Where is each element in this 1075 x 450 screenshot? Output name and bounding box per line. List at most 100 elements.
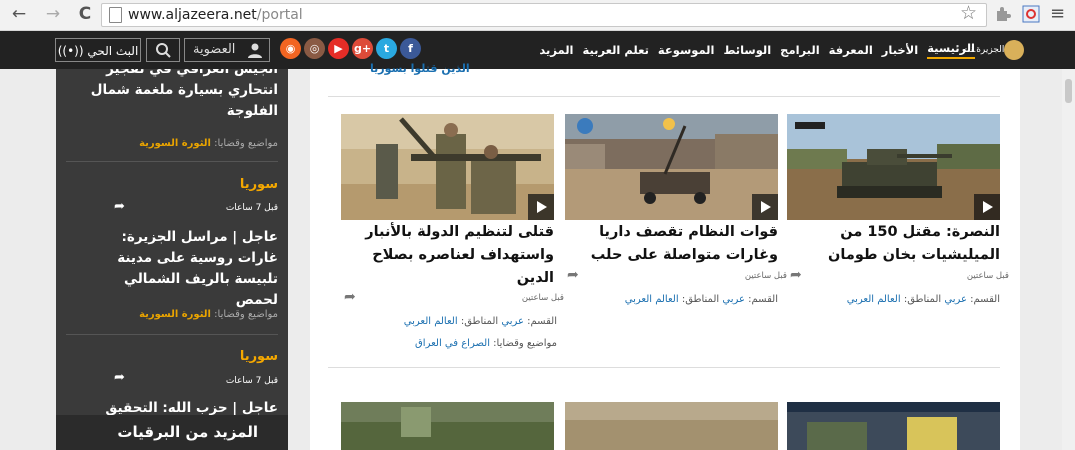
article-thumbnail[interactable] [341, 114, 554, 220]
region-label: المناطق: [460, 316, 499, 327]
user-icon [248, 43, 262, 58]
topics-link[interactable]: الصراع في العراق [415, 338, 490, 349]
url-domain: www.aljazeera.net [128, 7, 257, 23]
section-label: القسم: [748, 294, 778, 305]
soldiers-photo [341, 114, 554, 220]
play-video-icon[interactable] [752, 194, 778, 220]
article-title[interactable]: قوات النظام تقصف داريا وغارات متواصلة عل… [565, 221, 778, 267]
breaking-news-title[interactable]: الجيش العراقي في تفجير انتحاري بسيارة مل… [78, 69, 278, 122]
article-tags: القسم: عربي المناطق: العالم العربي [404, 316, 557, 327]
play-video-icon[interactable] [528, 194, 554, 220]
more-breaking-news-button[interactable]: المزيد من البرقيات [56, 415, 288, 450]
article-time: قبل ساعتين [744, 271, 787, 281]
search-icon [156, 43, 171, 58]
address-bar[interactable]: www.aljazeera.net/portal [101, 3, 987, 27]
googleplus-icon[interactable]: g+ [352, 38, 373, 59]
trees-photo [341, 402, 554, 450]
url-text: www.aljazeera.net/portal [128, 4, 303, 26]
divider [328, 367, 1000, 368]
logo-text: الجزيرة.نت [962, 45, 1005, 55]
breaking-news-category[interactable]: سوريا [240, 177, 278, 192]
live-icon: ((•)) [57, 44, 88, 58]
tank-photo [787, 114, 1000, 220]
nav-item[interactable]: المعرفة [829, 43, 873, 57]
youtube-icon[interactable]: ▶ [328, 38, 349, 59]
breaking-news-topics: مواضيع وقضايا: الثورة السورية [139, 138, 278, 149]
membership-label: العضوية [193, 42, 236, 57]
section-label: القسم: [527, 316, 557, 327]
reload-icon[interactable]: C [74, 3, 96, 25]
breaking-news-time: قبل 7 ساعات [225, 203, 278, 213]
extension-icon[interactable] [1022, 5, 1040, 23]
breaking-news-title[interactable]: عاجل | مراسل الجزيرة: غارات روسية على مد… [78, 227, 278, 311]
site-logo[interactable]: الجزيرة.نت [962, 38, 1024, 62]
live-label: البث الحي [87, 44, 139, 58]
page-icon [109, 7, 122, 23]
article-topics: مواضيع وقضايا: الصراع في العراق [415, 338, 557, 349]
nav-item[interactable]: الموسوعة [658, 43, 715, 57]
previous-article-link[interactable]: الذين قتلوا بسوريا [370, 62, 470, 75]
topics-link[interactable]: الثورة السورية [139, 138, 211, 149]
breaking-news-category[interactable]: سوريا [240, 349, 278, 364]
nav-item[interactable]: تعلم العربية [582, 43, 648, 57]
search-button[interactable] [146, 38, 180, 62]
membership-button[interactable]: العضوية [184, 38, 270, 62]
bookmark-star-icon[interactable]: ☆ [960, 2, 977, 24]
crowd-photo [787, 402, 1000, 450]
scrollbar-thumb[interactable] [1065, 79, 1072, 103]
rss-icon[interactable]: ◉ [280, 38, 301, 59]
article-thumbnail[interactable] [787, 114, 1000, 220]
topics-link[interactable]: الثورة السورية [139, 309, 211, 320]
share-icon[interactable]: ➦ [114, 200, 130, 214]
url-path: /portal [256, 7, 303, 23]
region-link[interactable]: العالم العربي [625, 294, 679, 305]
breaking-news-sidebar: الجيش العراقي في تفجير انتحاري بسيارة مل… [56, 69, 288, 450]
nav-item[interactable]: الوسائط [723, 43, 771, 57]
section-link[interactable]: عربي [944, 294, 967, 305]
nav-item[interactable]: البرامج [780, 43, 819, 57]
region-link[interactable]: العالم العربي [847, 294, 901, 305]
breaking-news-time: قبل 7 ساعات [225, 376, 278, 386]
article-time: قبل ساعتين [521, 293, 564, 303]
article-title[interactable]: قتلى لتنظيم الدولة بالأنبار واستهداف لعن… [341, 221, 554, 290]
article-thumbnail[interactable] [341, 402, 554, 450]
section-link[interactable]: عربي [501, 316, 524, 327]
article-time: قبل ساعتين [966, 271, 1009, 281]
nav-item[interactable]: المزيد [539, 43, 573, 57]
field-photo [565, 402, 778, 450]
article-thumbnail[interactable] [565, 402, 778, 450]
logo-emblem-icon [1004, 40, 1024, 60]
share-icon[interactable]: ➦ [790, 268, 808, 282]
facebook-icon[interactable]: f [400, 38, 421, 59]
back-icon[interactable]: ← [8, 3, 30, 25]
region-label: المناطق: [903, 294, 942, 305]
share-icon[interactable]: ➦ [344, 290, 362, 304]
share-icon[interactable]: ➦ [114, 371, 130, 385]
forward-icon[interactable]: → [42, 3, 64, 25]
main-navigation: الرئيسية الأخبار المعرفة البرامج الوسائط المو… [539, 31, 975, 69]
section-label: القسم: [970, 294, 1000, 305]
article-thumbnail[interactable] [787, 402, 1000, 450]
browser-menu-icon[interactable]: ≡ [1050, 3, 1065, 25]
extension-puzzle-icon[interactable] [994, 5, 1012, 23]
play-video-icon[interactable] [974, 194, 1000, 220]
twitter-icon[interactable]: t [376, 38, 397, 59]
topics-label: مواضيع وقضايا: [493, 338, 557, 349]
region-label: المناطق: [681, 294, 720, 305]
region-link[interactable]: العالم العربي [404, 316, 458, 327]
page-scrollbar[interactable] [1062, 69, 1075, 450]
article-tags: القسم: عربي المناطق: العالم العربي [847, 294, 1000, 305]
article-tags: القسم: عربي المناطق: العالم العربي [625, 294, 778, 305]
article-title[interactable]: النصرة: مقتل 150 من الميليشيات بخان طوما… [787, 221, 1000, 267]
live-stream-button[interactable]: ((•)) البث الحي [55, 38, 141, 62]
instagram-icon[interactable]: ◎ [304, 38, 325, 59]
article-thumbnail[interactable] [565, 114, 778, 220]
divider [66, 334, 278, 335]
divider [328, 96, 1000, 97]
artillery-photo [565, 114, 778, 220]
nav-item[interactable]: الأخبار [882, 43, 918, 57]
share-icon[interactable]: ➦ [567, 268, 585, 282]
divider [66, 161, 278, 162]
topics-label: مواضيع وقضايا: [214, 138, 278, 149]
section-link[interactable]: عربي [722, 294, 745, 305]
